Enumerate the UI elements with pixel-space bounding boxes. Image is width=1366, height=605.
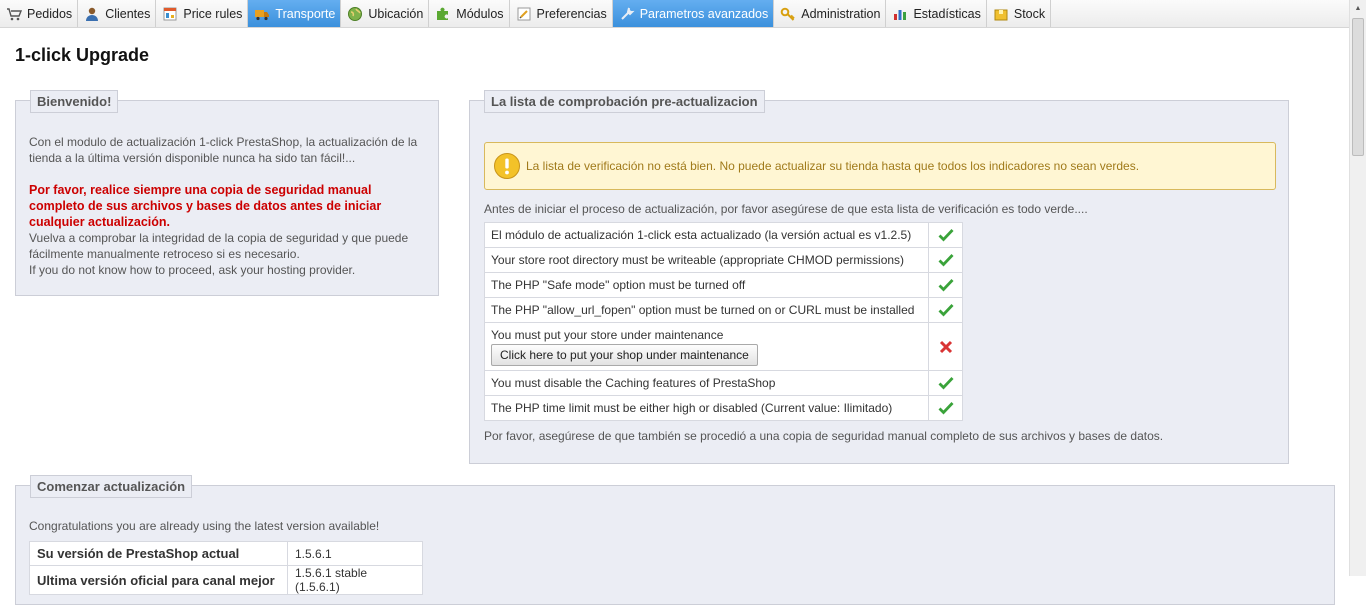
check-ok-icon [938,229,954,242]
vertical-scrollbar[interactable]: ▲ [1349,0,1366,576]
price-tag-icon [162,6,178,22]
menu-item-parametros-avanzados[interactable]: Parametros avanzados [612,0,775,27]
status-cell [928,297,963,323]
preferences-icon [516,6,532,22]
table-row: Su versión de PrestaShop actual 1.5.6.1 [29,541,423,566]
check-text: The PHP "Safe mode" option must be turne… [484,272,929,298]
check-text: The PHP "allow_url_fopen" option must be… [484,297,929,323]
menu-item-administration[interactable]: Administration [774,0,887,27]
checklist-intro: Antes de iniciar el proceso de actualiza… [484,202,1088,216]
menu-item-ubicacion[interactable]: Ubicación [341,0,430,27]
menu-item-label: Parametros avanzados [639,6,769,21]
menu-item-preferencias[interactable]: Preferencias [510,0,613,27]
table-row: The PHP "Safe mode" option must be turne… [484,272,963,298]
globe-icon [347,6,363,22]
status-cell [928,395,963,421]
truck-icon [254,6,270,22]
menu-item-label: Preferencias [536,6,607,21]
version-value: 1.5.6.1 [287,541,423,566]
welcome-text: Con el modulo de actualización 1-click P… [29,134,429,278]
menu-item-stock[interactable]: Stock [987,0,1052,27]
menu-item-label: Estadísticas [913,6,981,21]
menu-item-clientes[interactable]: Clientes [78,0,157,27]
table-row: The PHP time limit must be either high o… [484,395,963,421]
put-shop-under-maintenance-button[interactable]: Click here to put your shop under mainte… [491,343,758,366]
status-cell [928,222,963,248]
status-cell [928,322,963,371]
table-row: You must disable the Caching features of… [484,370,963,396]
scroll-up-arrow-icon[interactable]: ▲ [1350,0,1366,17]
check-ok-icon [938,402,954,415]
menu-item-modulos[interactable]: Módulos [429,0,510,27]
key-icon [780,6,796,22]
bar-chart-icon [892,6,908,22]
welcome-legend: Bienvenido! [30,90,119,113]
check-fail-icon [939,340,952,353]
puzzle-icon [435,6,451,22]
status-cell [928,247,963,273]
welcome-intro: Con el modulo de actualización 1-click P… [29,135,418,165]
menu-item-label: Price rules [183,6,243,21]
check-ok-icon [938,279,954,292]
backup-check-note: Vuelva a comprobar la integridad de la c… [29,231,409,261]
backup-warning: Por favor, realice siempre una copia de … [29,183,382,229]
menu-item-label: Administration [801,6,881,21]
check-text: You must put your store under maintenanc… [491,327,724,342]
check-ok-icon [938,377,954,390]
check-text-cell: You must put your store under maintenanc… [484,322,929,371]
menu-item-transporte[interactable]: Transporte [248,0,342,27]
checklist-warning-text: La lista de verificación no está bien. N… [526,159,1140,173]
menu-item-label: Clientes [105,6,151,21]
status-cell [928,272,963,298]
scrollbar-thumb[interactable] [1352,18,1364,156]
check-ok-icon [938,254,954,267]
cart-icon [6,6,22,22]
version-label: Ultima versión oficial para canal mejor [29,565,288,595]
table-row: The PHP "allow_url_fopen" option must be… [484,297,963,323]
version-value: 1.5.6.1 stable (1.5.6.1) [287,565,423,595]
upgrade-legend: Comenzar actualización [30,475,193,498]
user-icon [84,6,100,22]
checklist-warning-alert: La lista de verificación no está bien. N… [484,142,1276,190]
check-text: The PHP time limit must be either high o… [484,395,929,421]
menu-item-label: Transporte [275,6,336,21]
check-text: Your store root directory must be writea… [484,247,929,273]
table-row: You must put your store under maintenanc… [484,322,963,371]
stock-box-icon [993,6,1009,22]
version-table: Su versión de PrestaShop actual 1.5.6.1 … [29,541,423,595]
latest-version-message: Congratulations you are already using th… [29,519,380,533]
check-text: You must disable the Caching features of… [484,370,929,396]
version-label: Su versión de PrestaShop actual [29,541,288,566]
welcome-panel: Bienvenido! Con el modulo de actualizaci… [15,90,439,296]
table-row: Your store root directory must be writea… [484,247,963,273]
menu-item-estadisticas[interactable]: Estadísticas [886,0,987,27]
top-menu: Pedidos Clientes Price rules Transporte … [0,0,1350,28]
menu-item-price-rules[interactable]: Price rules [156,0,249,27]
pre-upgrade-checklist-panel: La lista de comprobación pre-actualizaci… [469,90,1289,464]
menu-item-pedidos[interactable]: Pedidos [0,0,79,27]
check-text: El módulo de actualización 1-click esta … [484,222,929,248]
start-upgrade-panel: Comenzar actualización Congratulations y… [15,475,1335,605]
checklist-legend: La lista de comprobación pre-actualizaci… [484,90,765,113]
menu-item-label: Ubicación [368,6,424,21]
checklist-table: El módulo de actualización 1-click esta … [484,222,963,421]
checklist-outro: Por favor, asegúrese de que también se p… [484,429,1164,443]
page-title: 1-click Upgrade [15,45,150,65]
table-row: El módulo de actualización 1-click esta … [484,222,963,248]
hosting-note: If you do not know how to proceed, ask y… [29,263,356,277]
warning-icon [493,152,521,180]
table-row: Ultima versión oficial para canal mejor … [29,565,423,595]
check-ok-icon [938,304,954,317]
menu-item-label: Pedidos [27,6,73,21]
wrench-icon [619,6,635,22]
menu-item-label: Stock [1013,6,1046,21]
menu-item-label: Módulos [456,6,504,21]
status-cell [928,370,963,396]
